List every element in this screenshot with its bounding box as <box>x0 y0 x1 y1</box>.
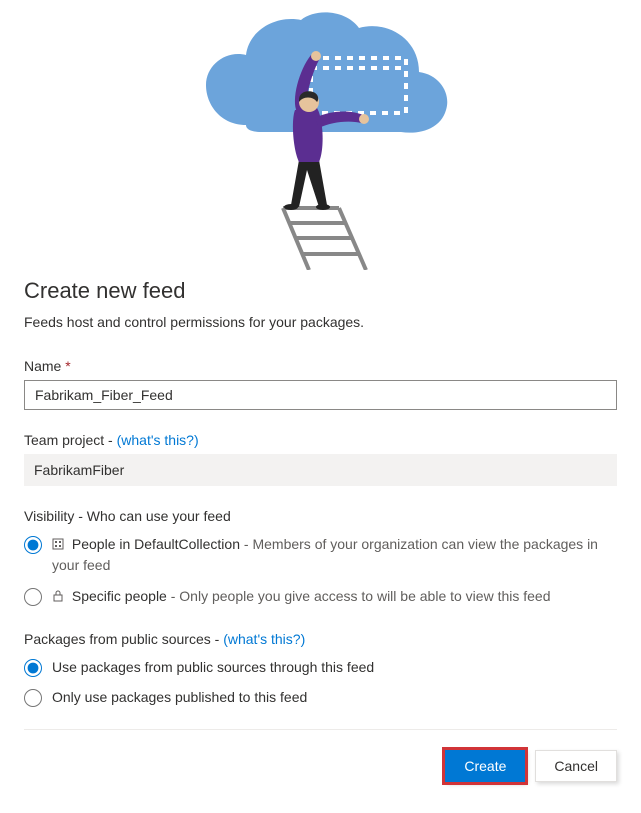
visibility-radio-collection[interactable] <box>24 536 42 554</box>
page-title: Create new feed <box>24 278 617 304</box>
public-sources-option-use[interactable]: Use packages from public sources through… <box>24 657 617 677</box>
public-sources-radio-use[interactable] <box>24 659 42 677</box>
divider <box>24 729 617 730</box>
visibility-specific-title: Specific people <box>72 588 167 604</box>
visibility-specific-desc: Only people you give access to will be a… <box>179 588 550 604</box>
hero-illustration <box>24 10 617 270</box>
public-sources-option-only[interactable]: Only use packages published to this feed <box>24 687 617 707</box>
visibility-radio-specific[interactable] <box>24 588 42 606</box>
team-project-label: Team project - (what's this?) <box>24 432 617 448</box>
visibility-option-specific[interactable]: Specific people - Only people you give a… <box>24 586 617 607</box>
lock-icon <box>52 587 66 607</box>
public-sources-label: Packages from public sources - (what's t… <box>24 631 617 647</box>
org-icon <box>52 535 66 555</box>
team-project-value: FabrikamFiber <box>24 454 617 486</box>
required-mark: * <box>65 358 70 374</box>
cloud-person-icon <box>171 10 471 270</box>
visibility-option-collection[interactable]: People in DefaultCollection - Members of… <box>24 534 617 576</box>
public-sources-radio-only[interactable] <box>24 689 42 707</box>
public-sources-help-link[interactable]: (what's this?) <box>223 631 305 647</box>
team-project-help-link[interactable]: (what's this?) <box>117 432 199 448</box>
cancel-button[interactable]: Cancel <box>535 750 617 782</box>
create-button[interactable]: Create <box>445 750 525 782</box>
button-row: Create Cancel <box>24 750 617 782</box>
name-input[interactable] <box>24 380 617 410</box>
visibility-collection-title: People in DefaultCollection <box>72 536 240 552</box>
page-subtitle: Feeds host and control permissions for y… <box>24 314 617 330</box>
visibility-label: Visibility - Who can use your feed <box>24 508 617 524</box>
public-sources-use-label: Use packages from public sources through… <box>52 657 617 677</box>
public-sources-only-label: Only use packages published to this feed <box>52 687 617 707</box>
name-label: Name * <box>24 358 617 374</box>
